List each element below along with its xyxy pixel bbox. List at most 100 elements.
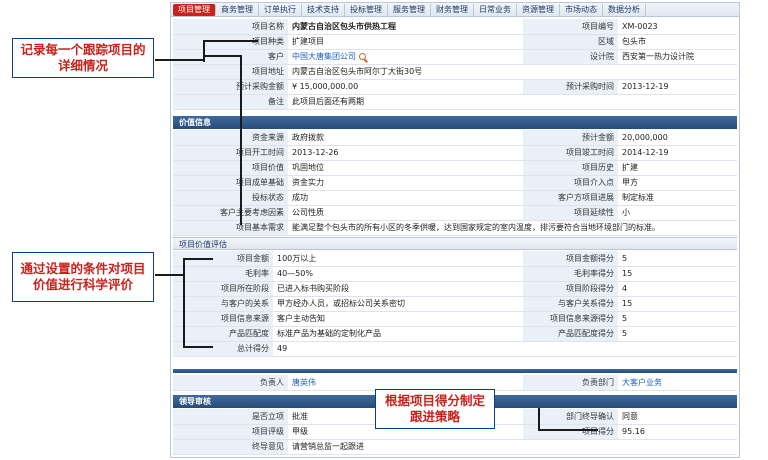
top-nav: 项目管理 商务管理 订单执行 技术支持 投标管理 服务管理 财务管理 日常业务 …: [171, 3, 739, 17]
field-label: 预计金额: [523, 130, 618, 146]
nav-bid-management[interactable]: 投标管理: [345, 3, 388, 16]
table-row: 预计采购金额 ¥ 15,000,000.00 预计采购时间 2013-12-19: [173, 79, 737, 95]
project-name-value: 内蒙古自治区包头市供热工程: [288, 19, 523, 35]
end-time-value: 2014-12-19: [618, 145, 737, 161]
table-row: 项目成单基础 资金实力 项目介入点 甲方: [173, 175, 737, 191]
table-row: 项目信息来源 客户主动告知 项目信息来源得分 5: [173, 311, 737, 327]
nav-project-management[interactable]: 项目管理: [173, 3, 216, 16]
field-label: 投标状态: [173, 190, 288, 206]
field-label: 资金来源: [173, 130, 288, 146]
field-label: 负责部门: [523, 375, 618, 391]
table-row: 毛利率 40—50% 毛利率得分 15: [173, 266, 737, 282]
table-row: 项目所在阶段 已进入标书购买阶段 项目阶段得分 4: [173, 281, 737, 297]
field-value: 100万以上: [273, 251, 523, 267]
connector-line: [155, 274, 183, 276]
client-progress-value: 制定标准: [618, 190, 737, 206]
project-value-value: 巩固地位: [288, 160, 523, 176]
score-value: 4: [618, 281, 737, 297]
fund-source-value: 政府拨款: [288, 130, 523, 146]
client-cell: 中国大唐集团公司: [288, 49, 523, 65]
value-info-table: 资金来源 政府拨款 预计金额 20,000,000 项目开工时间 2013-12…: [173, 130, 737, 236]
field-value: 已进入标书购买阶段: [273, 281, 523, 297]
connector-line: [538, 429, 598, 431]
field-label: 备注: [173, 94, 288, 110]
score-label: 项目阶段得分: [523, 281, 618, 297]
score-label: 与客户关系得分: [523, 296, 618, 312]
table-row: 总计得分 49: [173, 341, 737, 357]
field-label: 项目竣工时间: [523, 145, 618, 161]
field-value: 客户主动告知: [273, 311, 523, 327]
budget-value: ¥ 15,000,000.00: [288, 79, 523, 95]
nav-resource-management[interactable]: 资源管理: [517, 3, 560, 16]
field-label: 项目历史: [523, 160, 618, 176]
table-row: 项目名称 内蒙古自治区包头市供热工程 项目编号 XM-0023: [173, 19, 737, 35]
score-value: 5: [618, 326, 737, 342]
field-label: 区域: [523, 34, 618, 50]
nav-data-analysis[interactable]: 数据分析: [603, 3, 646, 16]
field-label: 项目所在阶段: [173, 281, 273, 297]
field-value: 标准产品为基础的定制化产品: [273, 326, 523, 342]
score-value: 15: [618, 296, 737, 312]
value-info-header: 价值信息: [173, 116, 737, 129]
connector-line: [538, 408, 540, 430]
nav-order-execution[interactable]: 订单执行: [259, 3, 302, 16]
field-label: 负责人: [173, 375, 288, 391]
opinion-value: 请营销总监一起跟进: [288, 439, 737, 455]
field-label: 项目价值: [173, 160, 288, 176]
score-label: 项目信息来源得分: [523, 311, 618, 327]
search-icon[interactable]: [359, 53, 366, 60]
table-row: 项目地址 内蒙古自治区包头市阿尔丁大街30号: [173, 64, 737, 80]
field-label: 项目地址: [173, 64, 288, 80]
connector-line: [203, 55, 242, 57]
field-label: 预计采购金额: [173, 79, 288, 95]
address-value: 内蒙古自治区包头市阿尔丁大街30号: [288, 64, 737, 80]
field-label: 是否立项: [173, 409, 288, 425]
nav-market-news[interactable]: 市场动态: [560, 3, 603, 16]
callout-follow-strategy: 根据项目得分制定跟进策略: [375, 389, 495, 429]
field-label: 毛利率: [173, 266, 273, 282]
table-row: 负责人 唐英伟 负责部门 大客户业务: [173, 375, 737, 391]
department-link[interactable]: 大客户业务: [618, 375, 737, 391]
field-label: 终导意见: [173, 439, 288, 455]
project-score-value: 95.16: [618, 424, 737, 440]
client-link[interactable]: 中国大唐集团公司: [292, 52, 356, 61]
nav-daily-business[interactable]: 日常业务: [474, 3, 517, 16]
table-row: 项目基本需求 能满足整个包头市的所有小区的冬季供暖，达到国家规定的室内温度，排污…: [173, 220, 737, 236]
connector-line: [183, 258, 213, 260]
table-row: 项目开工时间 2013-12-26 项目竣工时间 2014-12-19: [173, 145, 737, 161]
field-label: 预计采购时间: [523, 79, 618, 95]
field-label: 与客户的关系: [173, 296, 273, 312]
table-row: 投标状态 成功 客户方项目进展 制定标准: [173, 190, 737, 206]
basic-need-value: 能满足整个包头市的所有小区的冬季供暖，达到国家规定的室内温度，排污要符合当地环境…: [288, 220, 737, 236]
table-row: 项目金额 100万以上 项目金额得分 5: [173, 251, 737, 267]
project-type-value: 扩建项目: [288, 34, 523, 50]
connector-line: [183, 258, 185, 348]
success-basis-value: 资金实力: [288, 175, 523, 191]
field-label: 客户主要考虑因素: [173, 205, 288, 221]
field-label: 项目成单基础: [173, 175, 288, 191]
field-label: 项目评级: [173, 424, 288, 440]
project-code-value: XM-0023: [618, 19, 737, 35]
entry-point-value: 甲方: [618, 175, 737, 191]
field-label: 客户方项目进展: [523, 190, 618, 206]
project-info-table: 项目名称 内蒙古自治区包头市供热工程 项目编号 XM-0023 项目种类 扩建项…: [173, 19, 737, 110]
nav-service-management[interactable]: 服务管理: [388, 3, 431, 16]
table-row: 与客户的关系 甲方经办人员，或招标公司关系密切 与客户关系得分 15: [173, 296, 737, 312]
field-label: 项目信息来源: [173, 311, 273, 327]
nav-tech-support[interactable]: 技术支持: [302, 3, 345, 16]
nav-business-management[interactable]: 商务管理: [216, 3, 259, 16]
score-label: 产品匹配度得分: [523, 326, 618, 342]
field-label: 产品匹配度: [173, 326, 273, 342]
client-factor-value: 公司性质: [288, 205, 523, 221]
callout-record-details: 记录每一个跟踪项目的详细情况: [12, 38, 154, 78]
field-label: 项目开工时间: [173, 145, 288, 161]
history-value: 扩建: [618, 160, 737, 176]
score-value: 5: [618, 311, 737, 327]
field-label: 项目基本需求: [173, 220, 288, 236]
region-value: 包头市: [618, 34, 737, 50]
owner-link[interactable]: 唐英伟: [288, 375, 523, 391]
table-row: 项目价值 巩固地位 项目历史 扩建: [173, 160, 737, 176]
est-amount-value: 20,000,000: [618, 130, 737, 146]
nav-finance-management[interactable]: 财务管理: [431, 3, 474, 16]
connector-line: [203, 40, 205, 62]
